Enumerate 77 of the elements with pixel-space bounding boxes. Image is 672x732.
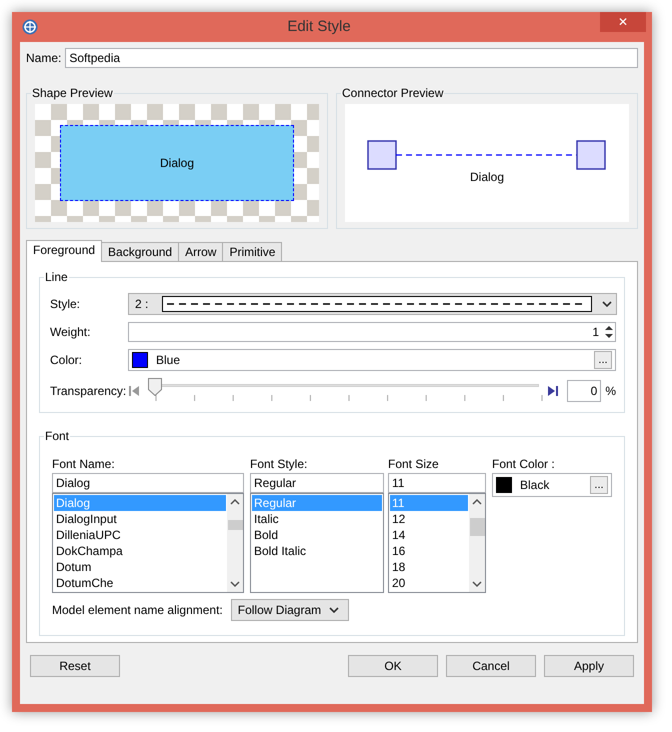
slider-thumb[interactable] [148,378,162,396]
connector-endpoint [576,140,606,170]
chevron-down-icon [602,301,612,307]
scrollbar-thumb[interactable] [470,518,484,536]
skip-end-icon[interactable] [547,385,560,397]
list-item[interactable]: 16 [390,543,468,559]
shape-label: Dialog [160,155,194,172]
text-field[interactable]: Regular [250,473,384,493]
list-box[interactable]: Regular Italic Bold Bold Italic [250,493,384,593]
alignment-dropdown[interactable]: Follow Diagram [230,599,349,621]
list-item[interactable]: DialogInput [54,511,226,527]
color-picker[interactable]: Blue ... [128,349,616,371]
connector-label: Dialog [470,169,504,186]
name-label: Name: [26,50,62,67]
field-label: Font Style: [250,456,308,473]
field-label: Model element name alignment: [52,602,223,619]
list-item[interactable]: Italic [252,511,382,527]
chevron-down-icon [329,607,340,613]
field-label: Font Color : [492,456,556,473]
list-box[interactable]: Dialog DialogInput DilleniaUPC DokChampa Dotum DotumChe [52,493,244,593]
list-item[interactable]: Bold [252,527,382,543]
tab[interactable]: Foreground [26,240,102,262]
scrollbar[interactable] [227,494,243,592]
field-label: Transparency: [50,383,128,400]
tab[interactable]: Background [101,242,180,261]
scroll-down-icon[interactable] [472,580,482,588]
scroll-up-icon[interactable] [472,498,482,506]
list-item[interactable]: 12 [390,511,468,527]
tab[interactable]: Primitive [222,242,282,261]
group-title: Line [44,270,69,284]
more-button[interactable]: ... [590,476,608,494]
color-picker[interactable]: Black ... [492,473,612,497]
color-name: Blue [156,352,182,369]
field-label: Style: [50,296,82,313]
list-item[interactable]: 18 [390,559,468,575]
text-field[interactable]: Dialog [52,473,244,493]
dialog-button[interactable]: Reset [30,655,120,677]
group-title: Shape Preview [31,86,114,100]
more-button[interactable]: ... [594,351,612,369]
scroll-down-icon[interactable] [230,580,240,588]
style-number: 2 : [135,296,148,313]
weight-spinner[interactable]: 1 [128,322,616,342]
list-box[interactable]: 11 12 14 16 18 20 [388,493,486,593]
list-item[interactable]: Dotum [54,559,226,575]
field-label: Color: [50,352,84,369]
color-name: Black [520,477,550,494]
app-icon [22,19,38,35]
group-title: Font [44,429,70,443]
field-label: Font Name: [52,456,116,473]
name-field[interactable]: Softpedia [65,48,638,68]
dialog-button[interactable]: OK [348,655,438,677]
close-button[interactable]: ✕ [600,12,646,32]
field-label: Font Size [388,456,440,473]
group-title: Connector Preview [341,86,444,100]
list-item[interactable]: 14 [390,527,468,543]
spinner-arrows-icon[interactable] [603,323,615,341]
text-field[interactable]: 11 [388,473,486,493]
weight-value: 1 [592,324,599,341]
percent-sign: % [605,383,616,400]
list-item[interactable]: 20 [390,575,468,591]
list-item[interactable]: DokChampa [54,543,226,559]
line-style-dropdown[interactable]: 2 : [128,293,618,315]
scrollbar[interactable] [469,494,485,592]
scroll-up-icon[interactable] [230,498,240,506]
dialog-button[interactable]: Apply [544,655,634,677]
dialog-button[interactable]: Cancel [446,655,536,677]
dropdown-value: Follow Diagram [238,602,322,619]
list-item[interactable]: DotumChe [54,575,226,591]
list-item[interactable]: Bold Italic [252,543,382,559]
connector-endpoint [367,140,397,170]
field-label: Weight: [50,324,92,341]
tab[interactable]: Arrow [178,242,224,261]
list-item[interactable]: DilleniaUPC [54,527,226,543]
skip-start-icon[interactable] [128,385,140,397]
window-title: Edit Style [286,16,352,37]
transparency-field[interactable]: 0 [567,380,602,402]
scrollbar-thumb[interactable] [228,520,242,530]
